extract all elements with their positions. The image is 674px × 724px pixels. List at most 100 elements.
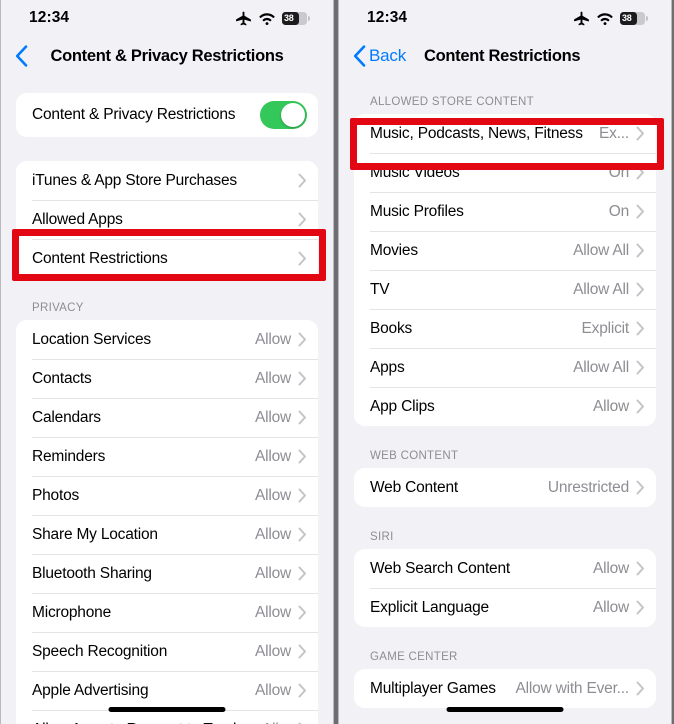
chevron-left-icon xyxy=(15,45,28,67)
chevron-right-icon xyxy=(636,204,644,219)
row-contacts[interactable]: Contacts Allow xyxy=(16,359,318,398)
row-allowed-apps[interactable]: Allowed Apps xyxy=(16,200,318,239)
row-label: Explicit Language xyxy=(370,598,489,616)
chevron-right-icon xyxy=(298,251,306,266)
row-multiplayer-games[interactable]: Multiplayer Games Allow with Ever... xyxy=(354,669,656,708)
row-music-podcasts-news-fitness[interactable]: Music, Podcasts, News, Fitness Ex... xyxy=(354,114,656,153)
battery-icon: 38 xyxy=(282,11,310,25)
row-label: Movies xyxy=(370,241,418,259)
section-header-privacy: PRIVACY xyxy=(32,302,84,314)
row-label: Reminders xyxy=(32,447,106,465)
row-explicit-language[interactable]: Explicit Language Allow xyxy=(354,588,656,627)
row-label: Calendars xyxy=(32,408,101,426)
restrictions-card: iTunes & App Store Purchases Allowed App… xyxy=(16,161,318,278)
home-indicator-left xyxy=(108,707,226,712)
row-label: Apple Advertising xyxy=(32,681,149,699)
section-header-siri: SIRI xyxy=(370,531,394,543)
row-label: Speech Recognition xyxy=(32,642,168,660)
status-bar-time: 12:34 xyxy=(367,9,408,26)
page-title-right: Content Restrictions xyxy=(424,46,581,65)
chevron-right-icon xyxy=(636,561,644,576)
settings-list-right: ALLOWED STORE CONTENT Music, Podcasts, N… xyxy=(339,76,671,708)
row-label: Music Videos xyxy=(370,163,460,181)
row-music-videos[interactable]: Music Videos On xyxy=(354,153,656,192)
row-web-search-content[interactable]: Web Search Content Allow xyxy=(354,549,656,588)
row-apple-advertising[interactable]: Apple Advertising Allow xyxy=(16,671,318,710)
row-tv[interactable]: TV Allow All xyxy=(354,270,656,309)
chevron-right-icon xyxy=(298,332,306,347)
row-bluetooth-sharing[interactable]: Bluetooth Sharing Allow xyxy=(16,554,318,593)
chevron-right-icon xyxy=(298,488,306,503)
chevron-right-icon xyxy=(636,126,644,141)
row-label: Music, Podcasts, News, Fitness xyxy=(370,124,583,142)
row-speech-recognition[interactable]: Speech Recognition Allow xyxy=(16,632,318,671)
row-value: Allow xyxy=(254,564,291,582)
chevron-right-icon xyxy=(636,165,644,180)
row-label: Photos xyxy=(32,486,80,504)
row-value: Unrestricted xyxy=(547,478,629,496)
chevron-right-icon xyxy=(298,605,306,620)
row-photos[interactable]: Photos Allow xyxy=(16,476,318,515)
row-label: iTunes & App Store Purchases xyxy=(32,171,237,189)
chevron-right-icon xyxy=(636,282,644,297)
back-button-right[interactable]: Back xyxy=(353,45,406,67)
back-button-left[interactable] xyxy=(15,45,28,67)
row-books[interactable]: Books Explicit xyxy=(354,309,656,348)
chevron-right-icon xyxy=(298,527,306,542)
row-web-content[interactable]: Web Content Unrestricted xyxy=(354,468,656,507)
row-movies[interactable]: Movies Allow All xyxy=(354,231,656,270)
row-music-profiles[interactable]: Music Profiles On xyxy=(354,192,656,231)
row-value: On xyxy=(608,163,629,181)
battery-icon: 38 xyxy=(620,11,648,25)
chevron-right-icon xyxy=(636,360,644,375)
back-button-label: Back xyxy=(369,46,406,65)
row-label: Allowed Apps xyxy=(32,210,123,228)
chevron-left-icon xyxy=(353,45,366,67)
row-value: Allow xyxy=(254,603,291,621)
row-value: Allow xyxy=(254,486,291,504)
chevron-right-icon xyxy=(636,681,644,696)
settings-list-left: Content & Privacy Restrictions iTunes & … xyxy=(1,76,333,724)
row-label: Allow Apps to Request to Track xyxy=(32,721,262,724)
row-microphone[interactable]: Microphone Allow xyxy=(16,593,318,632)
siri-card: Web Search Content Allow Explicit Langua… xyxy=(354,549,656,627)
nav-bar-left: Content & Privacy Restrictions xyxy=(1,36,333,76)
content-privacy-restrictions-switch[interactable] xyxy=(260,101,307,129)
row-allow-apps-to-request-to-track[interactable]: Allow Apps to Request to Track All... xyxy=(16,710,318,724)
row-reminders[interactable]: Reminders Allow xyxy=(16,437,318,476)
chevron-right-icon xyxy=(298,371,306,386)
page-title-left: Content & Privacy Restrictions xyxy=(50,46,284,65)
nav-bar-right: Back Content Restrictions xyxy=(339,36,671,76)
web-content-card: Web Content Unrestricted xyxy=(354,468,656,507)
row-label: TV xyxy=(370,280,390,298)
wifi-icon xyxy=(597,12,613,25)
status-bar-time: 12:34 xyxy=(29,9,70,26)
row-label: Bluetooth Sharing xyxy=(32,564,152,582)
row-value: Allow xyxy=(254,681,291,699)
chevron-right-icon xyxy=(298,683,306,698)
row-label: Share My Location xyxy=(32,525,158,543)
row-location-services[interactable]: Location Services Allow xyxy=(16,320,318,359)
row-value: Allow All xyxy=(573,358,629,376)
row-value: Allow xyxy=(254,447,291,465)
row-label: Multiplayer Games xyxy=(370,679,496,697)
row-label: Apps xyxy=(370,358,405,376)
row-content-privacy-restrictions-toggle[interactable]: Content & Privacy Restrictions xyxy=(16,93,318,137)
row-share-my-location[interactable]: Share My Location Allow xyxy=(16,515,318,554)
chevron-right-icon xyxy=(298,449,306,464)
row-app-clips[interactable]: App Clips Allow xyxy=(354,387,656,426)
row-label: Contacts xyxy=(32,369,92,387)
status-bar-icons: 38 xyxy=(235,11,310,26)
row-label: Microphone xyxy=(32,603,111,621)
row-itunes-app-store-purchases[interactable]: iTunes & App Store Purchases xyxy=(16,161,318,200)
row-calendars[interactable]: Calendars Allow xyxy=(16,398,318,437)
row-label: Music Profiles xyxy=(370,202,464,220)
row-label: App Clips xyxy=(370,397,435,415)
row-value: Allow All xyxy=(573,280,629,298)
row-value: Allow with Ever... xyxy=(515,679,629,697)
game-center-card: Multiplayer Games Allow with Ever... xyxy=(354,669,656,708)
row-value: Allow All xyxy=(573,241,629,259)
row-content-restrictions[interactable]: Content Restrictions xyxy=(16,239,318,278)
row-apps[interactable]: Apps Allow All xyxy=(354,348,656,387)
row-value: Allow xyxy=(254,642,291,660)
